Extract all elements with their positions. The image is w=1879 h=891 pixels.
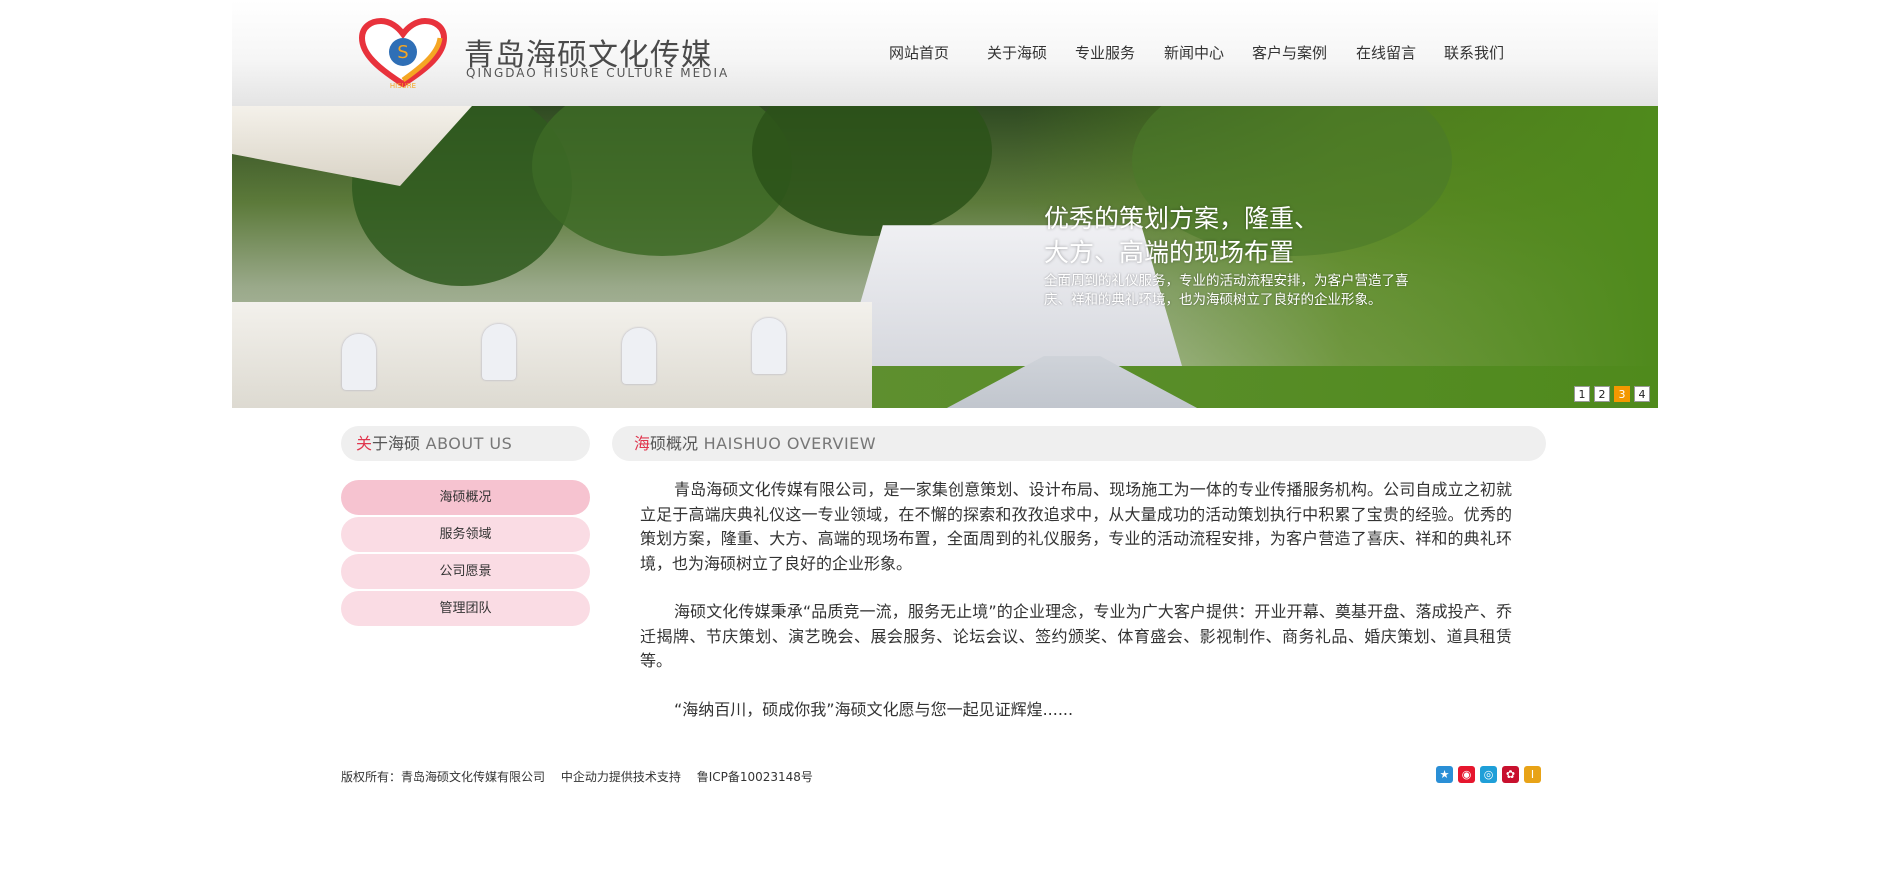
- header: S HISURE 青岛海硕文化传媒 QINGDAO HISURE CULTURE…: [232, 0, 1658, 106]
- banner-headline-line2: 大方、高端的现场布置: [1044, 238, 1295, 267]
- nav-item-clients-cases[interactable]: 客户与案例: [1252, 42, 1327, 63]
- sidebar-heading-english: ABOUT US: [420, 434, 513, 453]
- favorite-star-icon[interactable]: ★: [1436, 766, 1453, 783]
- banner-headline: 优秀的策划方案，隆重、 大方、高端的现场布置: [1044, 202, 1404, 270]
- content-heading-text: 硕概况: [650, 434, 699, 453]
- nav-item-about[interactable]: 关于海硕: [987, 42, 1047, 63]
- content-heading-english: HAISHUO OVERVIEW: [698, 434, 877, 453]
- sidebar-item-vision[interactable]: 公司愿景: [341, 554, 590, 589]
- nav-item-home[interactable]: 网站首页: [889, 42, 949, 63]
- content-heading: 海硕概况 HAISHUO OVERVIEW: [612, 426, 1546, 461]
- banner-page-3[interactable]: 3: [1614, 386, 1630, 402]
- footer-copyright: 版权所有：青岛海硕文化传媒有限公司: [341, 770, 546, 784]
- banner-chair: [622, 328, 656, 384]
- banner-description: 全面周到的礼仪服务，专业的活动流程安排，为客户营造了喜庆、祥和的典礼环境，也为海…: [1044, 273, 1409, 308]
- sidebar-heading-accent: 关: [356, 434, 373, 453]
- nav-item-contact[interactable]: 联系我们: [1444, 42, 1504, 63]
- nav-item-news[interactable]: 新闻中心: [1164, 42, 1224, 63]
- brand-name-english: QINGDAO HISURE CULTURE MEDIA: [466, 66, 730, 80]
- qq-weibo-icon[interactable]: ◎: [1480, 766, 1497, 783]
- overview-paragraph-intro: 青岛海硕文化传媒有限公司，是一家集创意策划、设计布局、现场施工为一体的专业传播服…: [640, 480, 1512, 573]
- banner-page-4[interactable]: 4: [1634, 386, 1650, 402]
- banner-chair: [482, 324, 516, 380]
- sidebar-heading-text: 于海硕: [372, 434, 421, 453]
- banner-tree: [752, 106, 992, 236]
- renren-icon[interactable]: ✿: [1502, 766, 1519, 783]
- overview-paragraph-services: 海硕文化传媒秉承“品质竞一流，服务无止境”的企业理念，专业为广大客户提供：开业开…: [640, 602, 1512, 670]
- weibo-icon[interactable]: ◉: [1458, 766, 1475, 783]
- sidebar-item-management-team[interactable]: 管理团队: [341, 591, 590, 626]
- sidebar-heading: 关于海硕 ABOUT US: [341, 426, 590, 461]
- overview-content: 青岛海硕文化传媒有限公司，是一家集创意策划、设计布局、现场施工为一体的专业传播服…: [640, 478, 1512, 746]
- sidebar-item-service-areas[interactable]: 服务领域: [341, 517, 590, 552]
- hisure-heart-logo[interactable]: S HISURE: [358, 18, 448, 90]
- kaixin-icon[interactable]: I: [1524, 766, 1541, 783]
- banner-tree: [532, 106, 792, 256]
- nav-item-services[interactable]: 专业服务: [1075, 42, 1135, 63]
- banner-page-1[interactable]: 1: [1574, 386, 1590, 402]
- hero-banner[interactable]: 优秀的策划方案，隆重、 大方、高端的现场布置 全面周到的礼仪服务，专业的活动流程…: [232, 106, 1658, 408]
- banner-chair: [752, 318, 786, 374]
- footer-icp[interactable]: 鲁ICP备10023148号: [697, 770, 813, 784]
- svg-text:S: S: [397, 42, 408, 63]
- sidebar-item-overview[interactable]: 海硕概况: [341, 480, 590, 515]
- overview-paragraph-slogan: “海纳百川，硕成你我”海硕文化愿与您一起见证辉煌......: [674, 699, 1074, 719]
- footer-tech-support[interactable]: 中企动力提供技术支持: [561, 770, 681, 784]
- nav-item-message[interactable]: 在线留言: [1356, 42, 1416, 63]
- content-heading-accent: 海: [634, 434, 651, 453]
- svg-text:HISURE: HISURE: [390, 82, 416, 90]
- footer: 版权所有：青岛海硕文化传媒有限公司 中企动力提供技术支持 鲁ICP备100231…: [341, 768, 825, 785]
- banner-headline-line1: 优秀的策划方案，隆重、: [1044, 204, 1320, 233]
- banner-page-2[interactable]: 2: [1594, 386, 1610, 402]
- banner-chair: [342, 334, 376, 390]
